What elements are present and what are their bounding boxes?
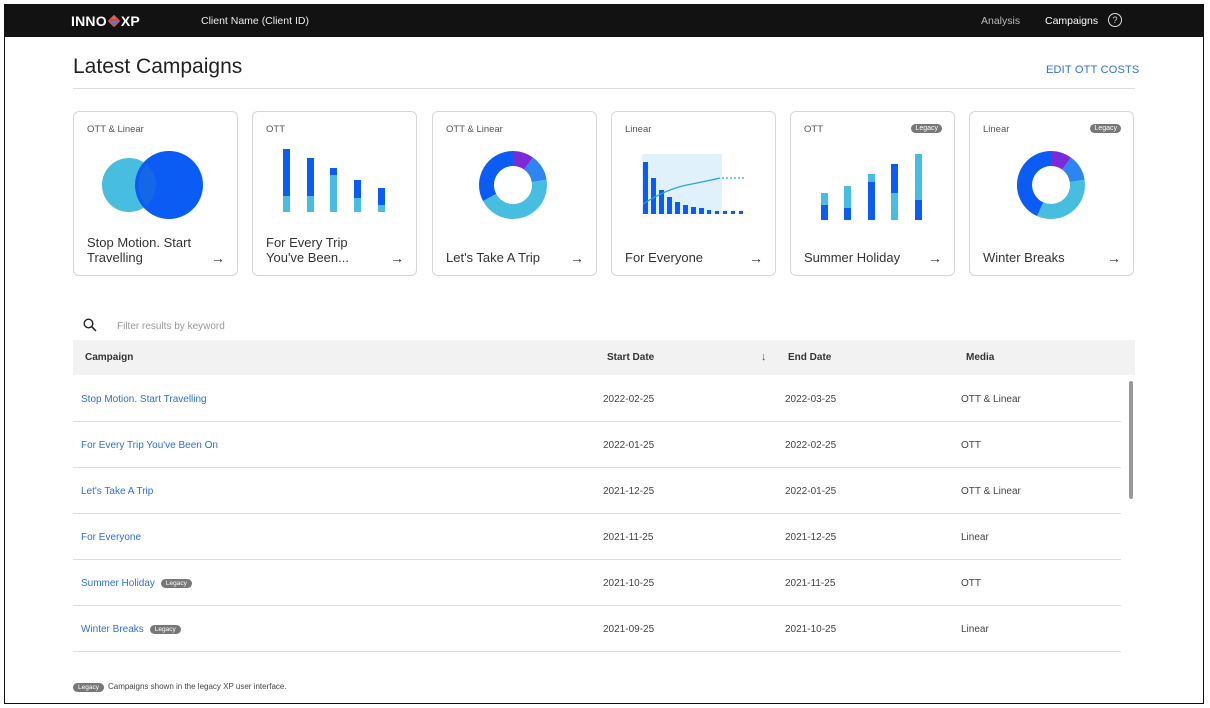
campaign-card[interactable]: OTT For Every Trip You've Been... → xyxy=(252,111,417,276)
card-media-label: OTT xyxy=(804,124,823,135)
card-campaign-name: Summer Holiday xyxy=(804,250,901,265)
arrow-right-icon: → xyxy=(390,250,404,266)
campaign-card[interactable]: Linear For Everyone → xyxy=(611,111,776,276)
media-type: OTT & Linear xyxy=(961,486,1021,497)
sort-arrow-icon[interactable]: ↓ xyxy=(761,351,767,363)
legacy-badge: Legacy xyxy=(149,625,181,634)
legacy-badge: Legacy xyxy=(73,683,104,692)
end-date: 2021-12-25 xyxy=(785,532,837,543)
campaign-link[interactable]: Summer Holiday Legacy xyxy=(81,578,192,589)
card-campaign-name: For Everyone xyxy=(625,250,704,265)
campaign-card[interactable]: Linear Legacy Winter Breaks → xyxy=(969,111,1134,276)
campaign-card[interactable]: OTT & Linear Let's Take A Trip → xyxy=(432,111,597,276)
card-campaign-name: Stop Motion. Start Travelling xyxy=(87,235,192,265)
end-date: 2022-03-25 xyxy=(785,394,837,405)
help-icon[interactable]: ? xyxy=(1108,13,1122,27)
table-row[interactable]: Winter Breaks Legacy 2021-09-25 2021-10-2… xyxy=(73,606,1121,652)
legacy-badge: Legacy xyxy=(1090,124,1121,133)
card-media-label: OTT xyxy=(266,124,285,135)
arrow-right-icon: → xyxy=(211,250,225,266)
nav-campaigns[interactable]: Campaigns xyxy=(1045,15,1098,27)
column-header-start-date[interactable]: Start Date xyxy=(607,352,654,363)
nav-analysis[interactable]: Analysis xyxy=(981,15,1020,27)
table-row[interactable]: For Every Trip You've Been On 2022-01-25… xyxy=(73,422,1121,468)
title-divider xyxy=(73,88,1135,89)
column-header-media[interactable]: Media xyxy=(966,352,994,363)
card-campaign-name: Winter Breaks xyxy=(983,250,1065,265)
media-type: OTT xyxy=(961,440,981,451)
footnote-text: Campaigns shown in the legacy XP user in… xyxy=(107,682,287,691)
legacy-badge: Legacy xyxy=(160,579,192,588)
page-title: Latest Campaigns xyxy=(73,55,243,78)
rising-bar-chart-icon xyxy=(821,154,922,220)
top-navigation-bar: INNO XP Client Name (Client ID) Analysis… xyxy=(5,5,1203,37)
campaign-card[interactable]: OTT & Linear Stop Motion. Start Travelli… xyxy=(73,111,238,276)
innovid-xp-logo[interactable]: INNO XP xyxy=(71,13,140,29)
search-icon[interactable] xyxy=(83,318,97,332)
end-date: 2021-11-25 xyxy=(785,578,836,589)
client-name: Client Name (Client ID) xyxy=(201,15,309,27)
logo-mark-icon xyxy=(107,14,121,28)
edit-ott-costs-link[interactable]: EDIT OTT COSTS xyxy=(1046,64,1139,76)
card-media-label: Linear xyxy=(983,124,1010,135)
media-type: OTT & Linear xyxy=(961,394,1021,405)
campaign-link[interactable]: Stop Motion. Start Travelling xyxy=(81,394,207,405)
media-type: Linear xyxy=(961,624,989,635)
campaign-link[interactable]: Winter Breaks Legacy xyxy=(81,624,181,635)
app-window: INNO XP Client Name (Client ID) Analysis… xyxy=(4,4,1204,704)
start-date: 2021-10-25 xyxy=(603,578,655,589)
table-row[interactable]: Summer Holiday Legacy 2021-10-25 2021-11-… xyxy=(73,560,1121,606)
column-header-campaign[interactable]: Campaign xyxy=(85,352,133,363)
table-row[interactable]: Stop Motion. Start Travelling 2022-02-25… xyxy=(73,376,1121,422)
card-campaign-name: Let's Take A Trip xyxy=(446,250,541,265)
table-scrollbar[interactable] xyxy=(1129,381,1133,499)
start-date: 2021-11-25 xyxy=(603,532,654,543)
stacked-bar-chart-icon xyxy=(283,149,385,212)
campaign-link[interactable]: For Every Trip You've Been On xyxy=(81,440,218,451)
media-type: Linear xyxy=(961,532,989,543)
table-row[interactable]: Let's Take A Trip 2021-12-25 2022-01-25 … xyxy=(73,468,1121,514)
venn-chart-icon xyxy=(102,151,203,219)
donut-chart-icon xyxy=(479,151,547,219)
column-header-end-date[interactable]: End Date xyxy=(788,352,831,363)
card-media-label: Linear xyxy=(625,124,652,135)
end-date: 2022-02-25 xyxy=(785,440,837,451)
campaign-link[interactable]: Let's Take A Trip xyxy=(81,486,153,497)
campaign-link[interactable]: For Everyone xyxy=(81,532,141,543)
start-date: 2021-12-25 xyxy=(603,486,655,497)
card-media-label: OTT & Linear xyxy=(446,124,503,135)
arrow-right-icon: → xyxy=(928,250,942,266)
start-date: 2022-01-25 xyxy=(603,440,655,451)
legacy-badge: Legacy xyxy=(911,124,942,133)
search-input[interactable] xyxy=(117,318,417,334)
arrow-right-icon: → xyxy=(570,250,584,266)
card-campaign-name: For Every Trip You've Been... xyxy=(266,235,349,265)
legacy-footnote: Legacy Campaigns shown in the legacy XP u… xyxy=(73,682,287,692)
donut-chart-icon xyxy=(1016,150,1086,220)
end-date: 2021-10-25 xyxy=(785,624,837,635)
media-type: OTT xyxy=(961,578,981,589)
arrow-right-icon: → xyxy=(749,250,763,266)
start-date: 2022-02-25 xyxy=(603,394,655,405)
bar-line-chart-icon xyxy=(642,154,744,214)
arrow-right-icon: → xyxy=(1107,250,1121,266)
end-date: 2022-01-25 xyxy=(785,486,837,497)
card-media-label: OTT & Linear xyxy=(87,124,144,135)
table-row[interactable]: For Everyone 2021-11-25 2021-12-25 Linea… xyxy=(73,514,1121,560)
start-date: 2021-09-25 xyxy=(603,624,655,635)
table-header: Campaign Start Date ↓ End Date Media xyxy=(73,340,1135,375)
campaign-card[interactable]: OTT Legacy Summer Holiday → xyxy=(790,111,955,276)
